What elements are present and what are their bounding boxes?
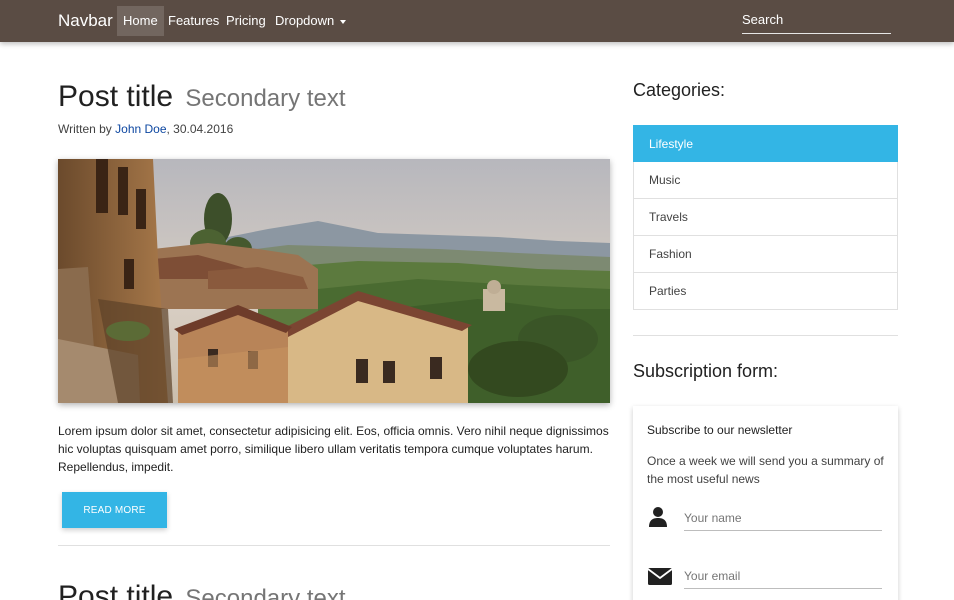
user-icon <box>649 507 667 527</box>
nav-item-home[interactable]: Home <box>117 6 164 36</box>
byline-prefix: Written by <box>58 122 116 136</box>
sidebar-divider <box>633 335 898 336</box>
search-input[interactable]: Search <box>742 10 891 34</box>
author-link[interactable]: John Doe <box>115 122 166 136</box>
tuscany-landscape-image <box>58 159 610 403</box>
category-item-lifestyle[interactable]: Lifestyle <box>633 125 898 162</box>
nav-item-dropdown-label: Dropdown <box>275 13 335 28</box>
category-item-fashion[interactable]: Fashion <box>633 236 898 273</box>
navbar: Navbar Home Features Pricing Dropdown Se… <box>0 0 954 42</box>
categories-heading: Categories: <box>633 80 726 100</box>
byline: Written by John Doe, 30.04.2016 <box>58 122 233 136</box>
subscription-card: Subscribe to our newsletter Once a week … <box>633 406 898 600</box>
post-image <box>58 159 610 403</box>
post-title: Post title Secondary text <box>58 80 346 114</box>
nav-item-features[interactable]: Features <box>162 6 225 36</box>
navbar-brand[interactable]: Navbar <box>58 11 113 31</box>
divider <box>58 545 610 546</box>
categories-list: Lifestyle Music Travels Fashion Parties <box>633 125 898 310</box>
category-item-parties[interactable]: Parties <box>633 273 898 310</box>
caret-down-icon <box>340 19 347 24</box>
post-excerpt: Lorem ipsum dolor sit amet, consectetur … <box>58 424 609 474</box>
post-secondary-text: Secondary text <box>185 85 346 112</box>
read-more-button[interactable]: Read more <box>62 492 167 528</box>
nav-item-dropdown[interactable]: Dropdown <box>269 6 352 36</box>
name-field[interactable]: Your name <box>684 509 882 531</box>
post-title-2: Post title Secondary text <box>58 580 346 600</box>
post-title-text: Post title <box>58 80 174 113</box>
post-title-2-text: Post title <box>58 580 174 600</box>
post-2-secondary-text: Secondary text <box>185 585 346 600</box>
subscription-heading: Subscription form: <box>633 361 779 381</box>
category-item-travels[interactable]: Travels <box>633 199 898 236</box>
nav-item-pricing[interactable]: Pricing <box>220 6 272 36</box>
category-item-music[interactable]: Music <box>633 162 898 199</box>
subscription-text: Once a week we will send you a summary o… <box>647 454 884 486</box>
subscription-title: Subscribe to our newsletter <box>647 423 793 437</box>
envelope-icon <box>647 568 673 585</box>
post-date: , 30.04.2016 <box>166 122 234 136</box>
email-field[interactable]: Your email <box>684 567 882 589</box>
